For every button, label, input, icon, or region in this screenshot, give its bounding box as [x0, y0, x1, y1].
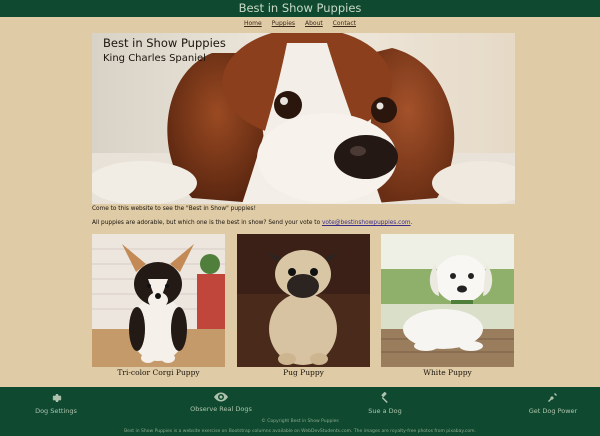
footer-link-label: Observe Real Dogs [190, 405, 252, 413]
puppy-caption: Tri-color Corgi Puppy [117, 368, 200, 377]
puppy-card-corgi: Tri-color Corgi Puppy [92, 234, 225, 379]
site-footer: Dog Settings Observe Real Dogs Sue a Dog… [0, 387, 600, 436]
corgi-photo [92, 234, 225, 367]
vote-email-link[interactable]: vote@bestinshowpuppies.com [322, 220, 411, 226]
footer-link-observe-real-dogs[interactable]: Observe Real Dogs [184, 392, 258, 414]
plug-icon [548, 393, 557, 402]
white-puppy-photo [381, 234, 514, 367]
hero-title: Best in Show Puppies [103, 36, 226, 50]
puppy-caption: Pug Puppy [283, 368, 324, 377]
footer-link-get-dog-power[interactable]: Get Dog Power [518, 392, 588, 416]
puppy-card-white: White Puppy [381, 234, 514, 379]
gavel-icon [381, 392, 388, 404]
footer-link-dog-settings[interactable]: Dog Settings [28, 392, 84, 416]
footer-link-sue-a-dog[interactable]: Sue a Dog [362, 392, 408, 416]
eye-icon [214, 392, 228, 402]
intro-text: Come to this website to see the "Best in… [92, 206, 256, 212]
pug-photo [237, 234, 370, 367]
nav-home[interactable]: Home [244, 20, 262, 27]
footer-link-label: Dog Settings [35, 407, 77, 415]
gear-icon [52, 394, 62, 402]
hero-banner: Best in Show Puppies King Charles Spanie… [92, 33, 515, 204]
nav-puppies[interactable]: Puppies [272, 20, 295, 27]
credit-text: Best in Show Puppies is a website exerci… [124, 429, 476, 434]
nav-about[interactable]: About [305, 20, 323, 27]
vote-prefix: All puppies are adorable, but which one … [92, 220, 322, 226]
site-title: Best in Show Puppies [238, 1, 362, 15]
footer-link-label: Get Dog Power [528, 407, 578, 415]
vote-text: All puppies are adorable, but which one … [92, 218, 412, 228]
hero-subtitle: King Charles Spaniel [103, 53, 206, 64]
footer-link-label: Sue a Dog [368, 407, 402, 415]
copyright-text: © Copyright Best in Show Puppies [261, 419, 339, 424]
top-nav: Home Puppies About Contact [0, 17, 600, 30]
puppy-card-pug: Pug Puppy [237, 234, 370, 379]
vote-suffix: . [410, 220, 413, 226]
site-header: Best in Show Puppies [0, 0, 600, 17]
puppy-caption: White Puppy [423, 368, 472, 377]
nav-contact[interactable]: Contact [333, 20, 356, 27]
